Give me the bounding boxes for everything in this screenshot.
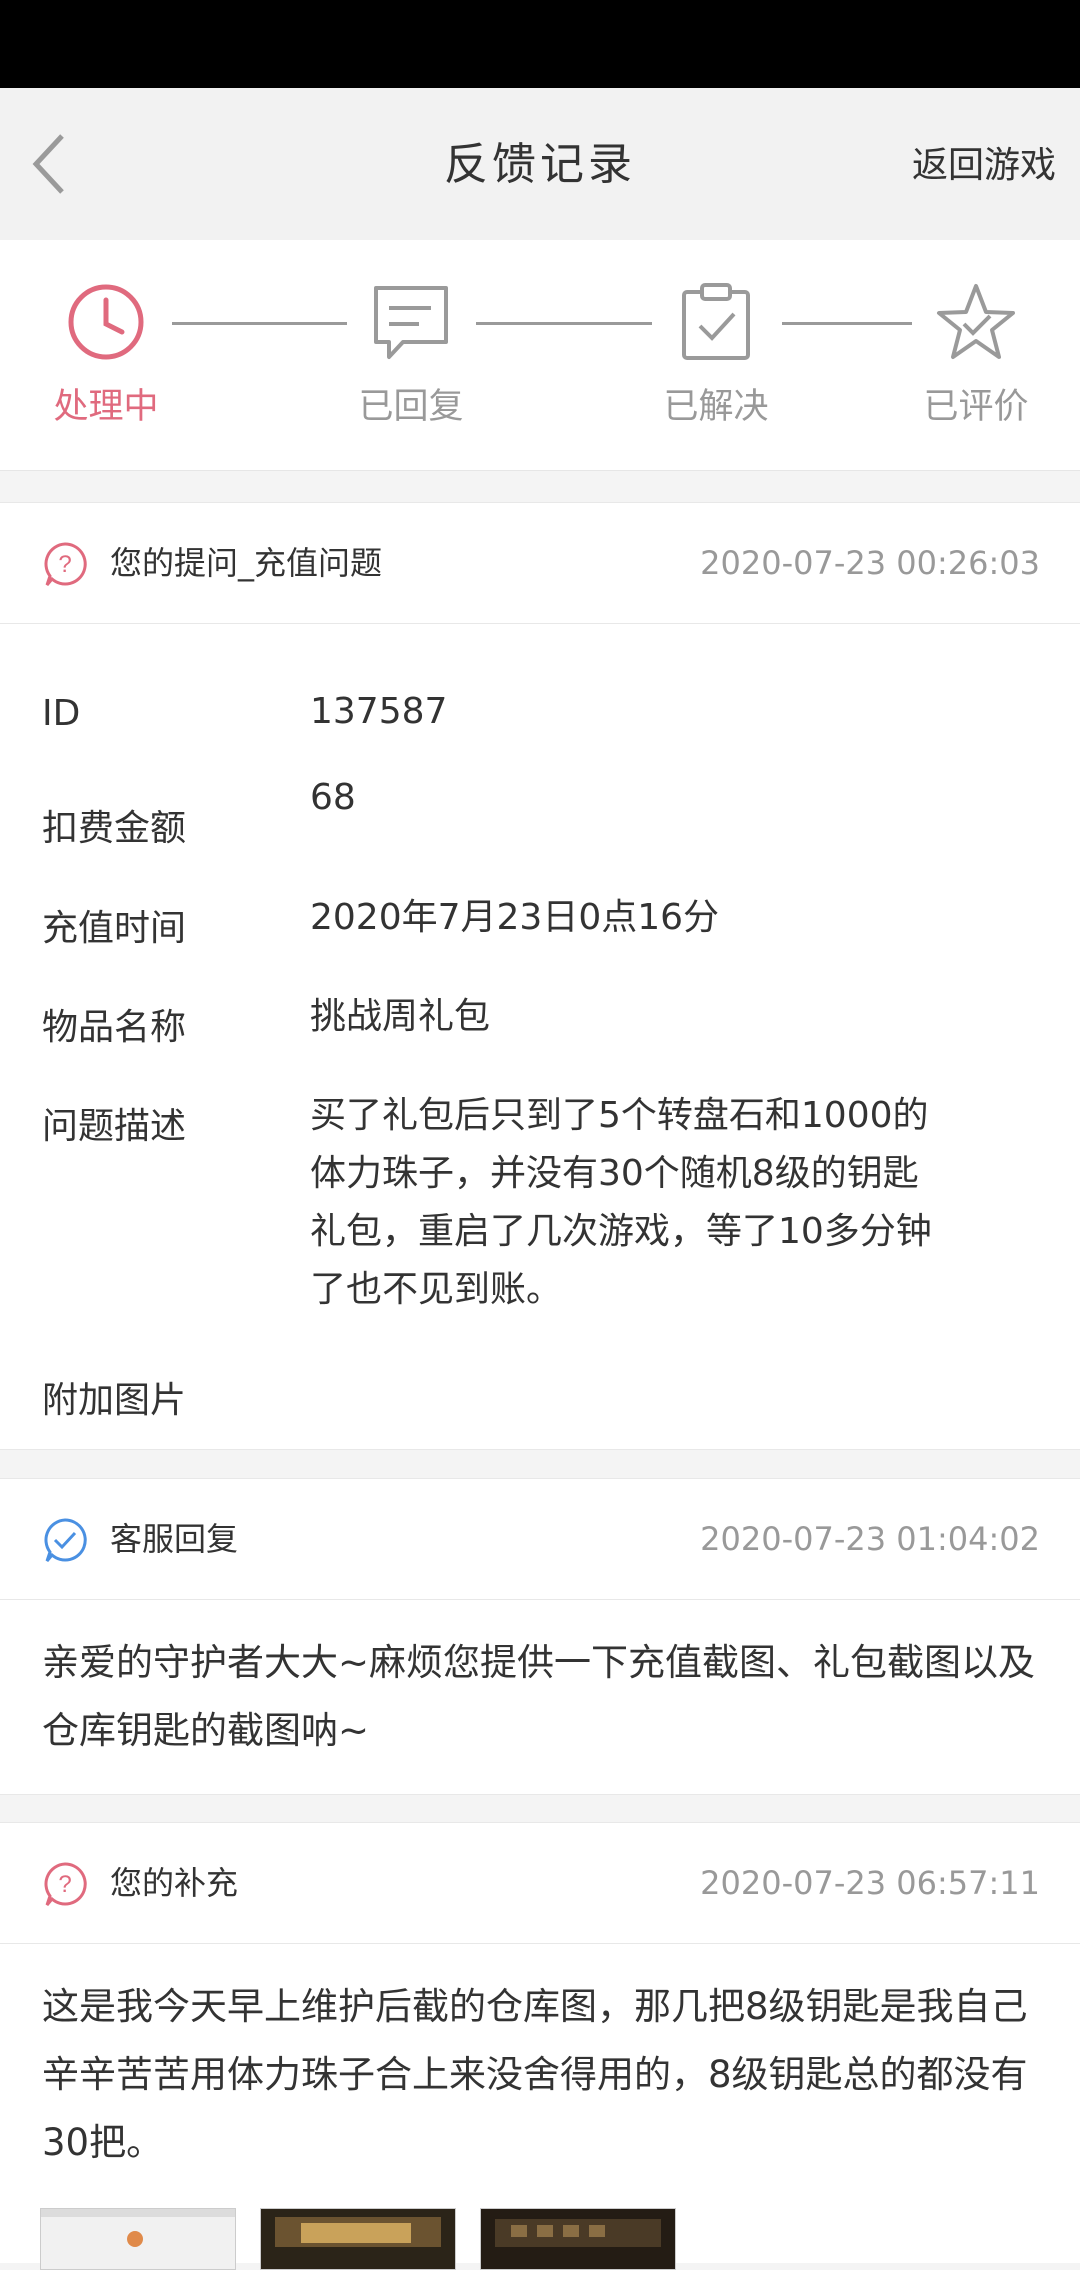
field-value: 2020年7月23日0点16分 (310, 897, 720, 938)
question-time: 2020-07-23 00:26:03 (700, 544, 1040, 582)
question-icon: ? (44, 542, 87, 586)
supplement-text: 这是我今天早上维护后截的仓库图，那几把8级钥匙是我自己辛辛苦苦用体力珠子合上来没… (42, 1985, 1028, 2164)
field-label: 物品名称 (42, 1007, 187, 1048)
reply-title: 客服回复 (110, 1520, 239, 1558)
field-value: 137587 (310, 691, 448, 732)
clipboard-check-icon (682, 283, 750, 360)
step-resolved: 已解决 (631, 282, 801, 429)
step-label: 已评价 (923, 387, 1029, 427)
step-label: 已解决 (663, 387, 769, 427)
step-label: 已回复 (358, 387, 464, 427)
thumbnail-image (495, 2219, 661, 2247)
step-connector (172, 322, 347, 325)
step-processing: 处理中 (21, 282, 191, 429)
supplement-header: ? 您的补充 2020-07-23 06:57:11 (0, 1823, 1080, 1944)
attachment-thumbnail[interactable] (480, 2208, 676, 2270)
field-label: 扣费金额 (42, 808, 187, 849)
step-replied: 已回复 (326, 282, 496, 429)
check-circle-icon (44, 1518, 87, 1562)
supplement-time: 2020-07-23 06:57:11 (700, 1864, 1040, 1902)
supplement-card: ? 您的补充 2020-07-23 06:57:11 这是我今天早上维护后截的仓… (0, 1822, 1080, 2263)
reply-time: 2020-07-23 01:04:02 (700, 1520, 1040, 1558)
nav-bar: 反馈记录 返回游戏 (0, 88, 1080, 240)
return-to-game-button[interactable]: 返回游戏 (912, 136, 1056, 188)
clock-icon (68, 284, 144, 360)
field-value: 68 (310, 777, 356, 818)
star-check-icon (937, 284, 1015, 359)
step-rated: 已评价 (891, 282, 1061, 429)
question-header: ? 您的提问_充值问题 2020-07-23 00:26:03 (0, 503, 1080, 624)
svg-text:?: ? (58, 1871, 71, 1898)
attachment-thumbnail[interactable] (260, 2208, 456, 2270)
svg-text:?: ? (58, 551, 71, 578)
step-label: 处理中 (53, 387, 159, 427)
step-connector (476, 322, 652, 325)
message-icon (374, 286, 448, 359)
question-icon: ? (44, 1862, 87, 1906)
reply-card: 客服回复 2020-07-23 01:04:02 亲爱的守护者大大~麻烦您提供一… (0, 1478, 1080, 1795)
field-value: 买了礼包后只到了5个转盘石和1000的体力珠子，并没有30个随机8级的钥匙礼包，… (310, 1095, 932, 1310)
field-value: 挑战周礼包 (310, 996, 491, 1037)
reply-header: 客服回复 2020-07-23 01:04:02 (0, 1479, 1080, 1600)
field-label: ID (42, 693, 81, 734)
reply-text: 亲爱的守护者大大~麻烦您提供一下充值截图、礼包截图以及仓库钥匙的截图呐~ (42, 1641, 1036, 1752)
supplement-title: 您的补充 (110, 1864, 239, 1902)
thumbnail-image (275, 2217, 441, 2247)
question-title: 您的提问_充值问题 (110, 544, 383, 582)
thumbnail-image (41, 2209, 235, 2247)
field-label: 问题描述 (42, 1106, 187, 1147)
attachment-thumbnail[interactable] (40, 2208, 236, 2270)
question-card: ? 您的提问_充值问题 2020-07-23 00:26:03 ID 13758… (0, 502, 1080, 1450)
progress-steps: 处理中 已回复 已解决 已评价 (0, 240, 1080, 471)
status-bar (0, 0, 1080, 88)
field-label: 附加图片 (42, 1380, 187, 1421)
field-label: 充值时间 (42, 908, 187, 949)
